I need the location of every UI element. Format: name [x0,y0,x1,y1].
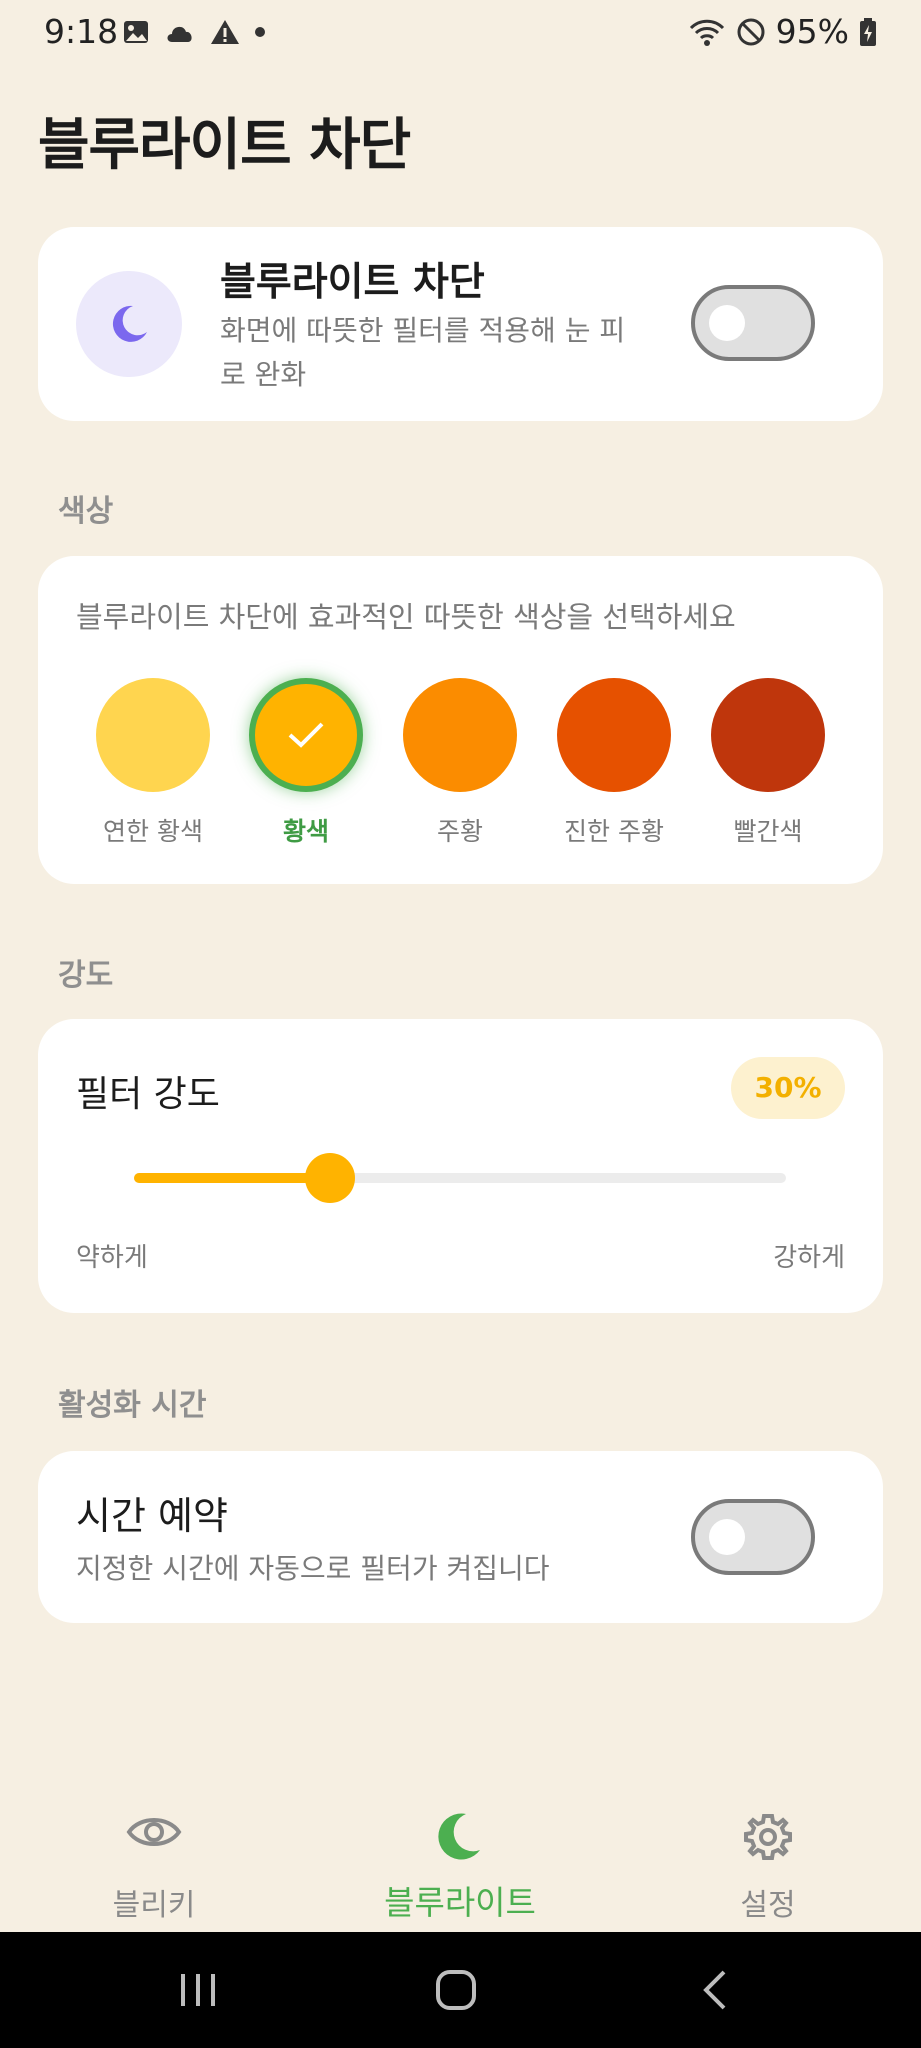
schedule-description: 지정한 시간에 자동으로 필터가 켜집니다 [76,1552,550,1585]
color-swatch-label: 빨간색 [733,817,803,846]
intensity-card: 필터 강도 30% 약하게 강하게 [38,1019,883,1313]
bottom-navigation: 블리키 블루라이트 설정 [0,1790,921,1932]
moon-icon-badge [76,271,182,377]
color-swatch[interactable] [557,678,671,792]
schedule-switch[interactable] [691,1499,815,1575]
switch-knob [709,1519,745,1555]
schedule-card: 시간 예약 지정한 시간에 자동으로 필터가 켜집니다 [38,1451,883,1623]
schedule-section-label: 활성화 시간 [58,1388,207,1423]
page-title: 블루라이트 차단 [38,113,411,178]
warning-icon [211,20,239,44]
blue-light-description: 화면에 따뜻한 필터를 적용해 눈 피로 완화 [220,314,626,391]
moon-icon [112,305,147,342]
gallery-icon [124,21,148,43]
system-navigation-bar [0,1932,921,2048]
wifi-icon [689,19,724,46]
eye-icon [126,1818,182,1846]
color-swatch[interactable] [96,678,210,792]
recent-apps-icon[interactable] [176,1968,220,2012]
battery-percent: 95% [775,12,849,51]
blue-light-screen: 9:18 95% 블루라이트 차단 블루라이트 차단 화면에 따뜻한 필터를 적… [0,0,921,2048]
color-swatch[interactable] [711,678,825,792]
color-swatch-label: 주황 [436,817,483,846]
nav-item-bluelight[interactable]: 블루라이트 [350,1790,570,1932]
checkmark-icon [288,722,324,748]
color-swatch-label: 연한 황색 [103,817,203,846]
gear-icon [744,1814,792,1860]
color-section-label: 색상 [58,494,114,529]
home-icon[interactable] [434,1968,478,2012]
color-swatch[interactable] [403,678,517,792]
intensity-value-badge: 30% [731,1057,845,1119]
intensity-slider-thumb[interactable] [304,1153,355,1203]
intensity-section-label: 강도 [58,958,114,993]
nav-label: 블리키 [112,1888,196,1923]
nav-label: 설정 [740,1888,796,1923]
moon-icon [438,1813,480,1860]
switch-knob [709,305,745,341]
intensity-max-label: 강하게 [773,1243,845,1273]
status-time: 9:18 [44,12,119,51]
dot-icon [255,27,265,37]
nav-item-blinkey[interactable]: 블리키 [44,1790,264,1932]
status-system-icons: 95% [688,12,877,51]
battery-icon [860,17,876,46]
blue-light-title: 블루라이트 차단 [220,260,485,305]
do-not-disturb-icon [737,18,765,45]
color-description: 블루라이트 차단에 효과적인 따뜻한 색상을 선택하세요 [76,600,736,634]
intensity-title: 필터 강도 [76,1074,220,1115]
nav-label: 블루라이트 [384,1883,536,1922]
color-card: 블루라이트 차단에 효과적인 따뜻한 색상을 선택하세요 연한 황색 황색 주황 진한… [38,556,883,884]
blue-light-toggle-card: 블루라이트 차단 화면에 따뜻한 필터를 적용해 눈 피로 완화 [38,227,883,421]
schedule-title: 시간 예약 [76,1494,228,1538]
nav-item-settings[interactable]: 설정 [658,1790,878,1932]
blue-light-switch[interactable] [691,285,815,361]
color-swatch-label: 진한 주황 [564,817,664,846]
cloud-icon [167,26,192,42]
status-notification-icons [122,18,266,46]
intensity-slider-fill [134,1173,330,1183]
back-icon[interactable] [694,1968,738,2012]
intensity-min-label: 약하게 [76,1243,148,1273]
color-swatch-label: 황색 [282,817,329,846]
status-bar: 9:18 95% [0,0,921,66]
color-swatch[interactable] [249,678,363,792]
intensity-slider-track[interactable] [134,1153,786,1203]
